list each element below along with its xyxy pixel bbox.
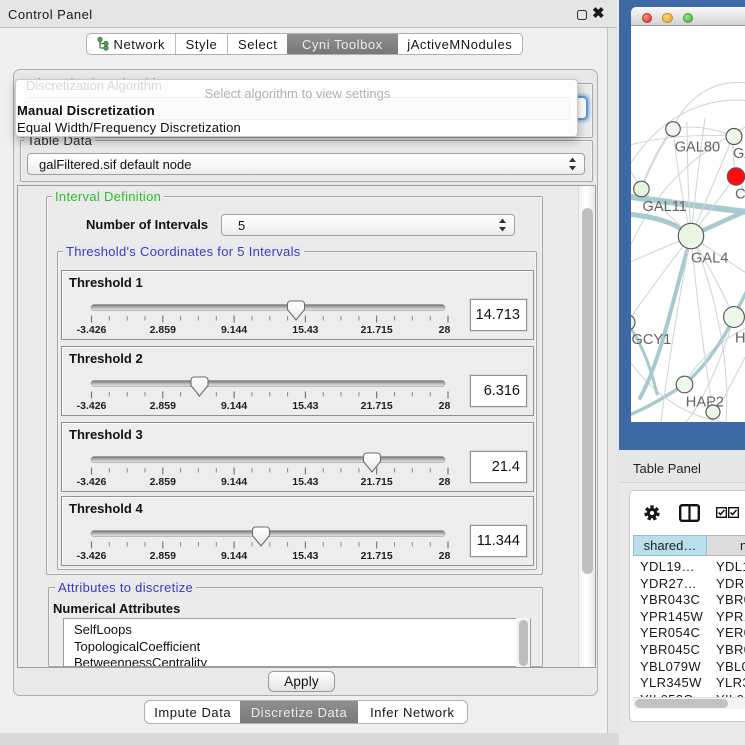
svg-text:2.859: 2.859	[150, 550, 176, 562]
svg-text:21.715: 21.715	[361, 550, 393, 562]
svg-text:28: 28	[439, 324, 451, 336]
svg-text:HAP2: HAP2	[686, 395, 724, 411]
svg-text:2.859: 2.859	[150, 324, 176, 336]
svg-text:21.715: 21.715	[361, 476, 393, 488]
svg-text:28: 28	[439, 550, 451, 562]
svg-text:2.859: 2.859	[150, 400, 176, 412]
svg-text:-3.426: -3.426	[77, 400, 107, 412]
svg-text:9.144: 9.144	[221, 400, 247, 412]
svg-text:GA: GA	[733, 146, 745, 162]
svg-text:21.715: 21.715	[361, 400, 393, 412]
svg-text:9.144: 9.144	[221, 324, 247, 336]
svg-text:2.859: 2.859	[150, 476, 176, 488]
svg-text:9.144: 9.144	[221, 550, 247, 562]
svg-text:C: C	[735, 187, 745, 203]
svg-text:15.43: 15.43	[292, 400, 318, 412]
svg-text:H: H	[735, 331, 745, 347]
svg-text:15.43: 15.43	[292, 476, 318, 488]
svg-text:GAL4: GAL4	[691, 251, 728, 267]
svg-text:15.43: 15.43	[292, 324, 318, 336]
svg-text:GAL80: GAL80	[675, 140, 720, 156]
svg-text:-3.426: -3.426	[77, 324, 107, 336]
svg-text:28: 28	[439, 400, 451, 412]
svg-text:-3.426: -3.426	[77, 550, 107, 562]
svg-text:GAL11: GAL11	[643, 199, 687, 215]
svg-text:28: 28	[439, 476, 451, 488]
svg-text:GCY1: GCY1	[632, 332, 672, 348]
svg-text:-3.426: -3.426	[77, 476, 107, 488]
svg-text:21.715: 21.715	[361, 324, 393, 336]
svg-text:9.144: 9.144	[221, 476, 247, 488]
svg-text:15.43: 15.43	[292, 550, 318, 562]
